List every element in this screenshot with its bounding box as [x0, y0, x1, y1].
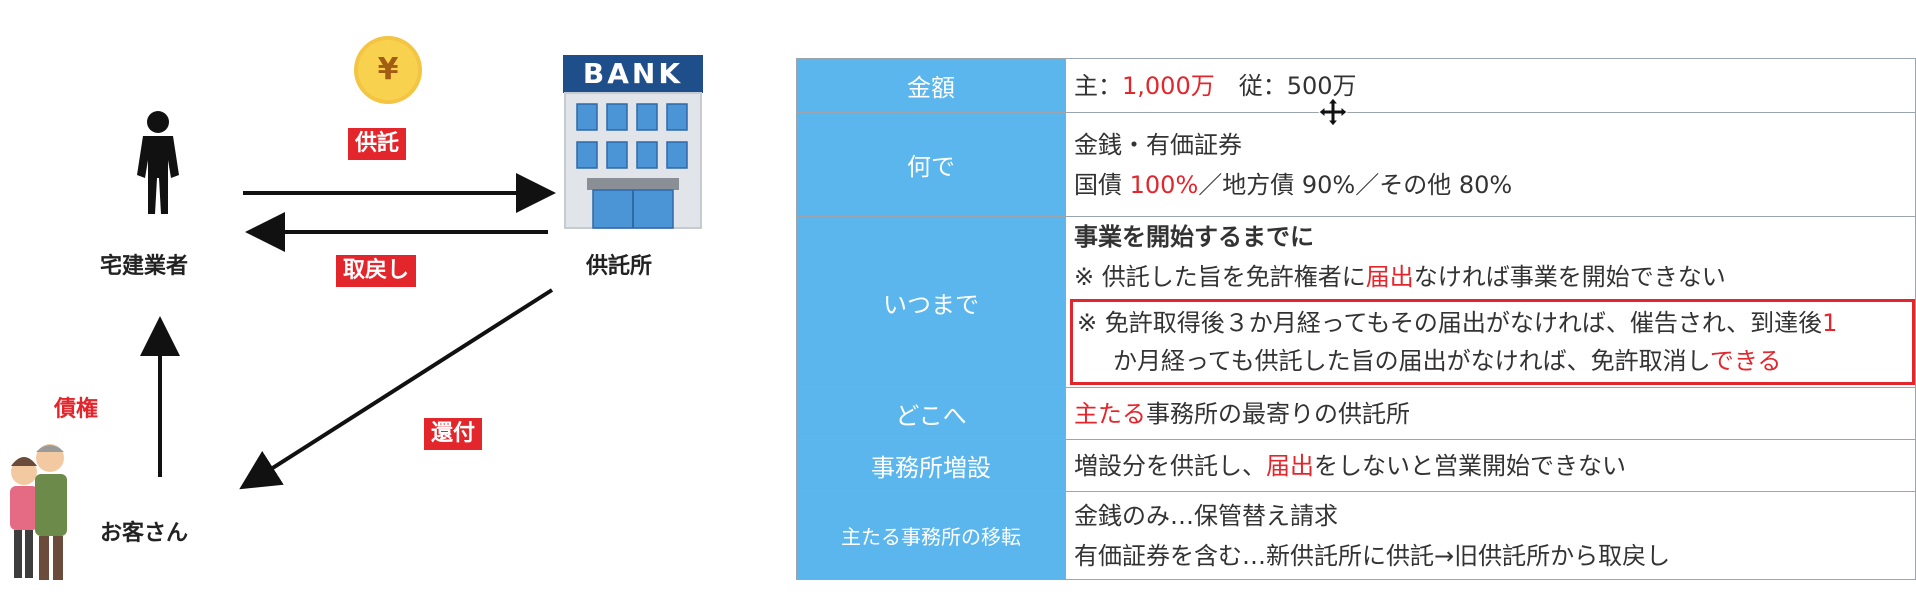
- box-line-2: か月経っても供託した旨の届出がなければ、免許取消しできる: [1113, 347, 1782, 375]
- kanpu-tag: 還付: [424, 418, 483, 450]
- kyotaku-tag: 供託: [348, 128, 407, 160]
- when-line-2: ※ 供託した旨を免許権者に届出なければ事業を開始できない: [1074, 263, 1726, 291]
- main-amount: 1,000万: [1122, 71, 1215, 100]
- arrow-refund: [239, 288, 554, 490]
- row-header-when: いつまで: [796, 216, 1066, 388]
- yen-symbol: ¥: [377, 52, 399, 87]
- customer-couple-icon: [10, 444, 67, 580]
- table-row-office-add: 事務所増設 増設分を供託し、届出をしないと営業開始できない: [796, 439, 1916, 492]
- row-header-office-add: 事務所増設: [796, 439, 1066, 492]
- table-row-when: いつまで 事業を開始するまでに ※ 供託した旨を免許権者に届出なければ事業を開始…: [796, 216, 1916, 388]
- claim-label: 債権: [54, 397, 99, 422]
- row-header-amount: 金額: [796, 58, 1066, 113]
- office-add-text: 増設分を供託し、届出をしないと営業開始できない: [1074, 451, 1626, 480]
- depository-label: 供託所: [586, 254, 653, 279]
- row-header-where: どこへ: [796, 387, 1066, 440]
- what-line-1: 金銭・有価証券: [1074, 130, 1242, 159]
- office-move-line-2: 有価証券を含む…新供託所に供託→旧供託所から取戻し: [1074, 541, 1671, 570]
- amount-text: 主：1,000万 従：500万: [1074, 71, 1357, 100]
- table-row-where: どこへ 主たる事務所の最寄りの供託所: [796, 387, 1916, 440]
- box-line-1: ※ 免許取得後３か月経ってもその届出がなければ、催告され、到達後1: [1077, 309, 1838, 337]
- sub-amount: 従：500万: [1238, 71, 1357, 100]
- move-cursor-icon: [1318, 97, 1348, 127]
- dealer-label: 宅建業者: [100, 254, 189, 279]
- row-header-office-move: 主たる事務所の移転: [796, 491, 1066, 580]
- table-row-office-move: 主たる事務所の移転 金銭のみ…保管替え請求 有価証券を含む…新供託所に供託→旧供…: [796, 491, 1916, 580]
- office-move-line-1: 金銭のみ…保管替え請求: [1074, 501, 1338, 530]
- bank-sign: BANK: [582, 57, 684, 90]
- row-header-what: 何で: [796, 112, 1066, 217]
- table-row-what: 何で 金銭・有価証券 国債 100%／地方債 90%／その他 80%: [796, 112, 1916, 217]
- highlight-box: ※ 免許取得後３か月経ってもその届出がなければ、催告され、到達後1 か月経っても…: [1070, 299, 1915, 385]
- customer-label: お客さん: [100, 521, 189, 546]
- what-line-2: 国債 100%／地方債 90%／その他 80%: [1074, 170, 1513, 199]
- deposit-rules-table: 金額 主：1,000万 従：500万 何で 金銭・有価証券 国債 100%／地方…: [796, 58, 1916, 580]
- where-text: 主たる事務所の最寄りの供託所: [1074, 399, 1410, 428]
- dealer-person-icon: [137, 111, 179, 214]
- table-row-amount: 金額 主：1,000万 従：500万: [796, 58, 1916, 113]
- when-line-1: 事業を開始するまでに: [1074, 223, 1314, 251]
- torimodoshi-tag: 取戻し: [336, 255, 417, 287]
